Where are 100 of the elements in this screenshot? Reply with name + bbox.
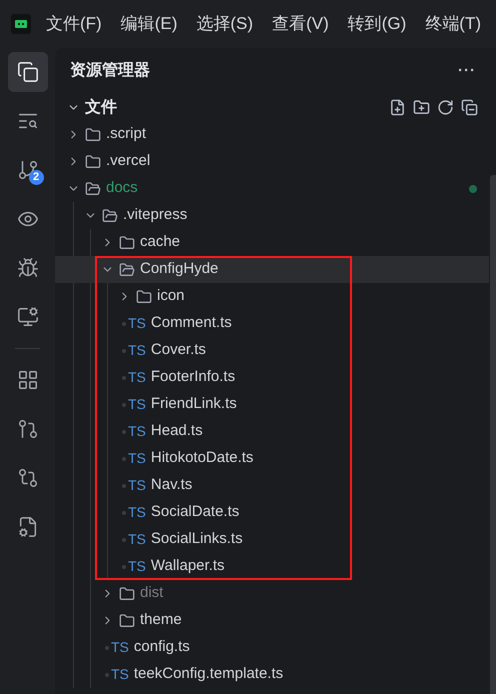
folder-icon (119, 234, 135, 250)
file-name: docs (106, 178, 138, 198)
more-button[interactable]: ··· (458, 60, 476, 82)
panel-title: 资源管理器 (70, 60, 150, 81)
file-type-label: TS (111, 638, 129, 657)
folder-icon (119, 612, 135, 628)
menu-item[interactable]: 查看(V) (268, 11, 333, 37)
collapse-all-icon[interactable] (461, 99, 478, 116)
tree-row[interactable]: .script (55, 121, 489, 148)
file-name: Cover.ts (150, 340, 206, 360)
file-name: cache (140, 232, 180, 252)
tree-row[interactable]: docs (55, 175, 489, 202)
tree-row[interactable]: ConfigHyde (55, 256, 489, 283)
file-name: teekConfig.template.ts (134, 664, 284, 684)
file-type-label: TS (128, 476, 146, 495)
file-name: Head.ts (150, 421, 203, 442)
tree-row[interactable]: TS HitokotoDate.ts (55, 445, 489, 472)
file-type-label: TS (128, 503, 146, 522)
file-name: .vitepress (123, 205, 188, 226)
file-type-label: TS (128, 368, 146, 387)
folder-icon (136, 288, 152, 304)
menu-item[interactable]: 选择(S) (192, 11, 258, 37)
activity-button[interactable] (8, 52, 48, 92)
tree-row[interactable]: TS SocialDate.ts (55, 499, 489, 526)
file-name: FriendLink.ts (150, 394, 237, 414)
file-name: Wallaper.ts (150, 556, 225, 576)
refresh-icon[interactable] (437, 99, 454, 116)
file-name: FooterInfo.ts (150, 367, 236, 388)
file-type-label: TS (128, 557, 146, 576)
branch-icon (16, 159, 38, 181)
file-name: icon (157, 286, 185, 306)
tree-row[interactable]: .vitepress (55, 202, 489, 229)
git-search-icon (16, 467, 38, 489)
bullet-icon (105, 672, 109, 676)
tree-row[interactable]: icon (55, 283, 489, 310)
file-name: dist (140, 583, 164, 604)
gear-file-icon (16, 516, 38, 538)
menu-item[interactable]: 编辑(E) (116, 11, 182, 37)
file-name: SocialDate.ts (150, 502, 240, 522)
tree-row[interactable]: TS Cover.ts (55, 337, 489, 364)
folder-icon (119, 586, 135, 602)
count-badge: 2 (28, 170, 44, 185)
git-circle-icon (16, 418, 38, 440)
file-type-label: TS (128, 422, 146, 441)
file-type-label: TS (128, 449, 146, 468)
new-folder-icon[interactable] (413, 99, 430, 116)
tree-row[interactable]: TS config.ts (55, 634, 489, 661)
app-logo-icon (11, 14, 31, 34)
tree-row[interactable]: TS Head.ts (55, 418, 489, 445)
file-name: Comment.ts (150, 313, 232, 334)
menu-item[interactable]: 转到(G) (344, 11, 410, 37)
folder-open-icon (85, 180, 101, 196)
tree-row[interactable]: TS FooterInfo.ts (55, 364, 489, 391)
file-name: Nav.ts (150, 475, 192, 496)
grid-icon (16, 369, 38, 391)
file-type-label: TS (111, 665, 129, 684)
bullet-icon (122, 322, 126, 326)
files-icon (16, 61, 38, 83)
tree-row[interactable]: TS teekConfig.template.ts (55, 661, 489, 688)
file-name: theme (140, 610, 182, 630)
tree-row[interactable]: TS Comment.ts (55, 310, 489, 337)
bullet-icon (122, 348, 126, 352)
bullet-icon (122, 456, 126, 460)
tree-row[interactable]: dist (55, 580, 489, 607)
tree-row[interactable]: TS SocialLinks.ts (55, 526, 489, 553)
file-name: HitokotoDate.ts (150, 448, 254, 468)
file-type-label: TS (128, 395, 146, 414)
new-file-icon[interactable] (389, 99, 406, 116)
file-type-label: TS (128, 314, 146, 333)
folder-open-icon (102, 208, 118, 224)
bullet-icon (122, 430, 126, 434)
bullet-icon (122, 564, 126, 568)
tree-row[interactable]: TS Wallaper.ts (55, 553, 489, 580)
tree-row[interactable]: .vercel (55, 148, 489, 175)
menu-item[interactable]: 终端(T) (421, 11, 485, 37)
file-name: config.ts (134, 637, 190, 658)
tree-row[interactable]: TS FriendLink.ts (55, 391, 489, 418)
file-name: .vercel (106, 151, 150, 172)
menu-item[interactable]: 文件(F) (42, 11, 106, 37)
file-type-label: TS (128, 341, 146, 360)
bug-icon (16, 257, 38, 279)
activity-button[interactable]: 2 (8, 150, 48, 190)
file-type-label: TS (128, 530, 146, 549)
section-header[interactable]: 文件 (85, 96, 117, 120)
folder-icon (85, 154, 101, 170)
tree-row[interactable]: cache (55, 229, 489, 256)
scrollbar[interactable] (490, 175, 496, 694)
file-name: SocialLinks.ts (150, 529, 243, 550)
bullet-icon (122, 538, 126, 542)
tree-row[interactable]: theme (55, 607, 489, 634)
file-name: .script (106, 124, 146, 144)
bullet-icon (122, 510, 126, 514)
tree-row[interactable]: TS Nav.ts (55, 472, 489, 499)
monitor-icon (16, 306, 38, 328)
bullet-icon (122, 484, 126, 488)
folder-icon (85, 126, 101, 142)
file-name: ConfigHyde (140, 259, 218, 280)
bullet-icon (122, 376, 126, 380)
bullet-icon (105, 646, 109, 650)
bullet-icon (122, 402, 126, 406)
